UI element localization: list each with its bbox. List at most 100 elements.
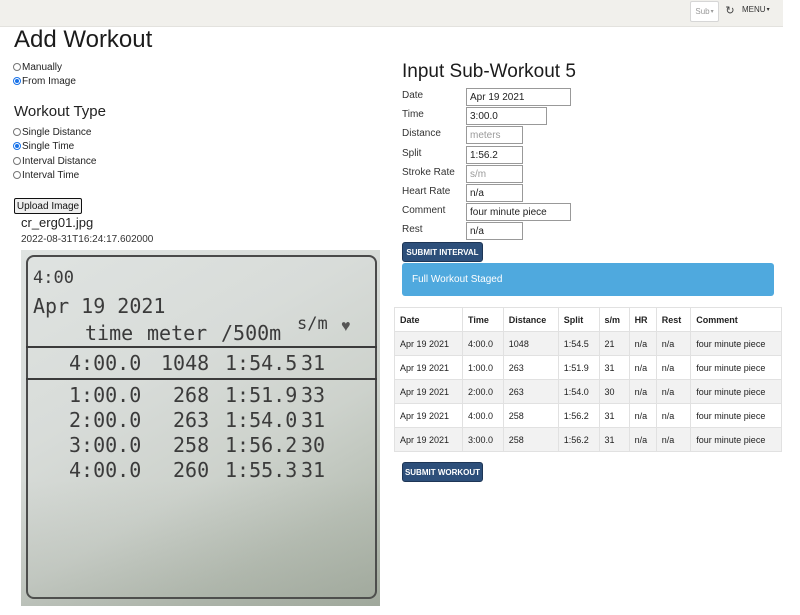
- chevron-down-icon: ▾: [710, 9, 714, 15]
- table-cell: 1:54.5: [557, 331, 600, 356]
- table-cell: 4:00.0: [462, 331, 504, 356]
- lcd-date: Apr 19 2021: [33, 294, 166, 318]
- table-cell: 2:00.0: [462, 379, 504, 404]
- distance-field[interactable]: meters: [466, 126, 523, 144]
- column-header: s/m: [598, 307, 630, 332]
- staged-alert: Full Workout Staged: [402, 263, 774, 296]
- table-row: Apr 19 2021 2:00.0 263 1:54.0 30 n/a n/a…: [394, 379, 782, 404]
- table-cell: n/a: [628, 379, 657, 404]
- heart-icon: ♥: [341, 318, 351, 335]
- staged-alert-text: Full Workout Staged: [412, 274, 503, 285]
- table-cell: four minute piece: [690, 427, 782, 452]
- date-label: Date: [402, 90, 424, 101]
- table-cell: 263: [502, 379, 559, 404]
- menu-dropdown[interactable]: MENU ▾: [742, 5, 770, 14]
- lcd-row-time: 3:00.0: [69, 433, 142, 457]
- rest-label: Rest: [402, 224, 423, 235]
- radio-interval-distance[interactable]: Interval Distance: [13, 155, 96, 167]
- radio-manually[interactable]: Manually: [13, 61, 62, 73]
- lcd-row-spm: 30: [301, 433, 326, 457]
- submit-workout-button[interactable]: SUBMIT WORKOUT: [402, 462, 483, 482]
- table-row: Apr 19 2021 4:00.0 1048 1:54.5 21 n/a n/…: [394, 331, 782, 356]
- lcd-divider: [26, 378, 377, 380]
- stroke-rate-label: Stroke Rate: [402, 167, 455, 178]
- lcd-row-split: 1:55.3: [225, 458, 298, 482]
- table-cell: 1:00.0: [462, 355, 504, 380]
- table-cell: 258: [502, 403, 559, 428]
- table-cell: Apr 19 2021: [394, 355, 463, 380]
- sub-dropdown-label: Sub: [695, 7, 710, 16]
- column-header: HR: [628, 307, 657, 332]
- lcd-row-meter: 260: [173, 458, 210, 482]
- radio-label: Single Time: [22, 140, 75, 152]
- upload-image-button[interactable]: Upload Image: [14, 198, 82, 214]
- lcd-row-time: 4:00.0: [69, 458, 142, 482]
- table-cell: n/a: [655, 379, 692, 404]
- radio-circle[interactable]: [13, 128, 21, 136]
- lcd-summary-split: 1:54.5: [225, 351, 298, 375]
- radio-circle[interactable]: [13, 63, 21, 71]
- table-cell: 1:56.2: [557, 427, 600, 452]
- lcd-row-split: 1:54.0: [225, 408, 298, 432]
- heart-rate-label: Heart Rate: [402, 186, 451, 197]
- table-cell: Apr 19 2021: [394, 403, 463, 428]
- lcd-divider: [26, 346, 377, 348]
- lcd-row-meter: 263: [173, 408, 210, 432]
- lcd-row-split: 1:51.9: [225, 383, 298, 407]
- radio-circle[interactable]: [13, 171, 21, 179]
- radio-interval-time[interactable]: Interval Time: [13, 169, 79, 181]
- lcd-summary-meter: 1048: [161, 351, 210, 375]
- radio-single-distance[interactable]: Single Distance: [13, 126, 91, 138]
- table-row: Apr 19 2021 3:00.0 258 1:56.2 31 n/a n/a…: [394, 427, 782, 452]
- time-field[interactable]: 3:00.0: [466, 107, 547, 125]
- column-header: Rest: [655, 307, 692, 332]
- date-field[interactable]: Apr 19 2021: [466, 88, 571, 106]
- form-heading: Input Sub-Workout 5: [402, 61, 576, 82]
- table-cell: 4:00.0: [462, 403, 504, 428]
- split-field[interactable]: 1:56.2: [466, 146, 523, 164]
- lcd-row-spm: 31: [301, 408, 326, 432]
- radio-label: Manually: [22, 61, 63, 73]
- table-cell: 1:51.9: [557, 355, 600, 380]
- radio-circle[interactable]: [13, 157, 21, 165]
- table-cell: n/a: [655, 403, 692, 428]
- submit-interval-button[interactable]: SUBMIT INTERVAL: [402, 242, 483, 262]
- photo-shading: [21, 480, 380, 606]
- radio-circle[interactable]: [13, 142, 21, 150]
- rest-field[interactable]: n/a: [466, 222, 523, 240]
- table-cell: 30: [598, 379, 630, 404]
- lcd-header-meter: meter: [147, 321, 208, 345]
- table-row: Apr 19 2021 1:00.0 263 1:51.9 31 n/a n/a…: [394, 355, 782, 380]
- table-cell: n/a: [655, 331, 692, 356]
- radio-circle[interactable]: [13, 77, 21, 85]
- top-navbar: Sub ▾ ↻ MENU ▾: [0, 0, 783, 27]
- table-cell: 1:54.0: [557, 379, 600, 404]
- radio-label: Interval Time: [22, 169, 80, 181]
- workout-type-heading: Workout Type: [14, 103, 106, 120]
- column-header: Distance: [502, 307, 559, 332]
- table-cell: n/a: [628, 331, 657, 356]
- lcd-row-spm: 31: [301, 458, 326, 482]
- column-header: Split: [557, 307, 600, 332]
- table-cell: 258: [502, 427, 559, 452]
- lcd-row-meter: 268: [173, 383, 210, 407]
- uploaded-file-name: cr_erg01.jpg: [21, 215, 94, 230]
- table-cell: 1:56.2: [557, 403, 600, 428]
- page-title: Add Workout: [14, 26, 153, 53]
- comment-field[interactable]: four minute piece: [466, 203, 571, 221]
- table-cell: n/a: [628, 427, 657, 452]
- table-cell: n/a: [655, 355, 692, 380]
- sub-workout-dropdown[interactable]: Sub ▾: [690, 1, 719, 22]
- table-cell: four minute piece: [690, 355, 782, 380]
- radio-single-time[interactable]: Single Time: [13, 140, 74, 152]
- heart-rate-field[interactable]: n/a: [466, 184, 523, 202]
- lcd-summary-time: 4:00.0: [69, 351, 142, 375]
- lcd-header-spm: s/m: [297, 314, 328, 334]
- refresh-icon[interactable]: ↻: [724, 5, 736, 17]
- stroke-rate-field[interactable]: s/m: [466, 165, 523, 183]
- comment-label: Comment: [402, 205, 446, 216]
- distance-label: Distance: [402, 128, 441, 139]
- radio-from-image[interactable]: From Image: [13, 75, 76, 87]
- menu-label: MENU: [742, 5, 766, 14]
- table-cell: Apr 19 2021: [394, 427, 463, 452]
